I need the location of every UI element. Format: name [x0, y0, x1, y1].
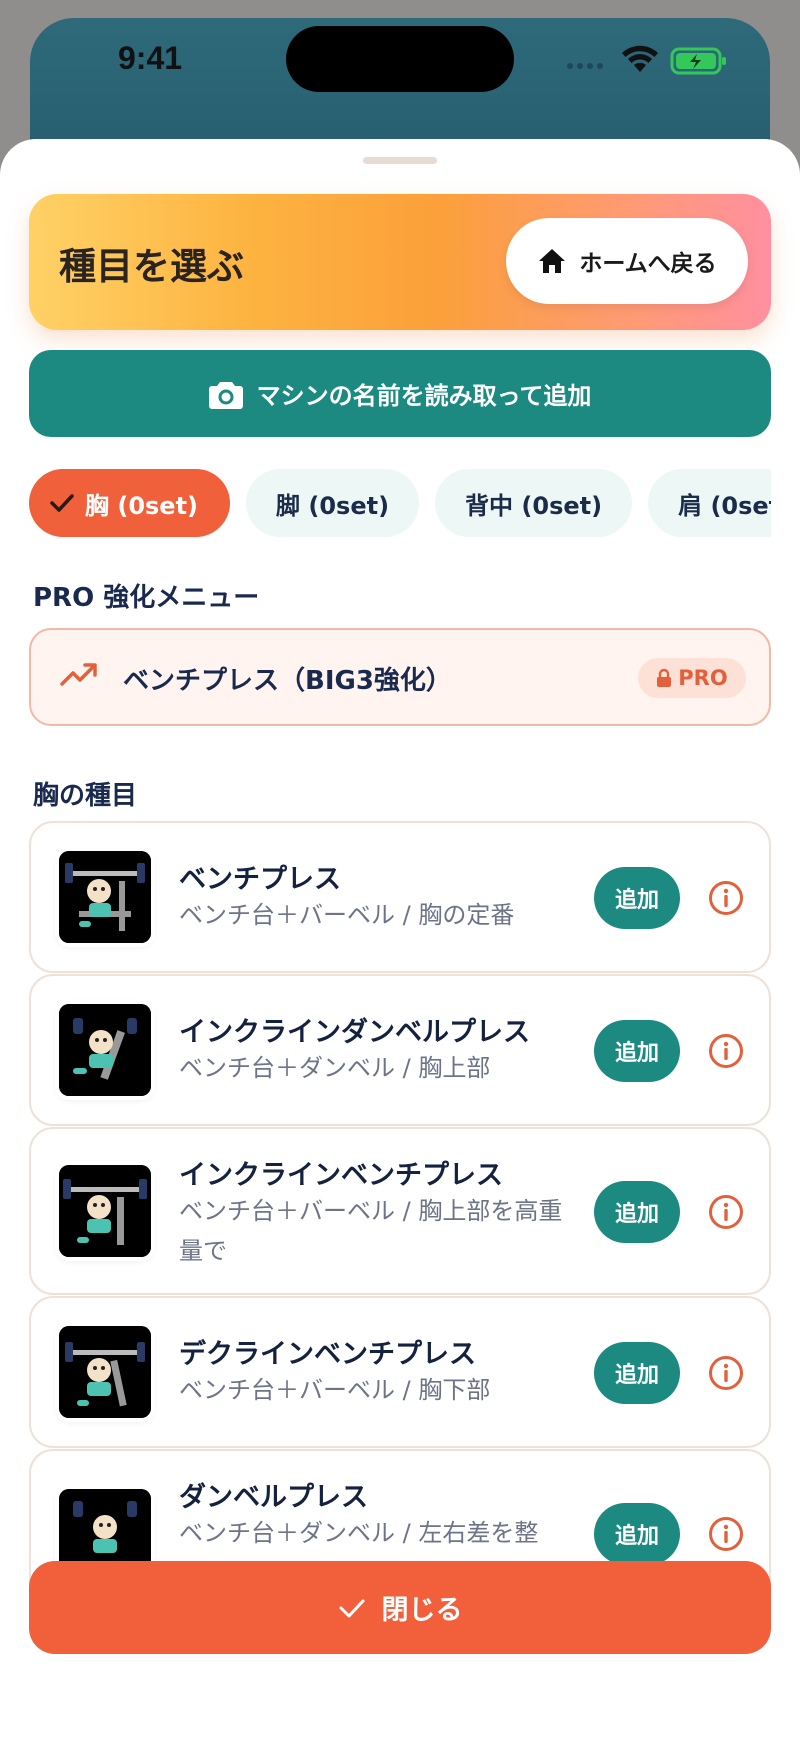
add-button[interactable]: 追加 — [594, 1503, 680, 1565]
info-icon[interactable] — [708, 1033, 744, 1069]
chip-label: 肩 (0set) — [678, 491, 771, 520]
scan-button-label: マシンの名前を読み取って追加 — [256, 382, 592, 410]
wifi-icon — [622, 45, 658, 72]
signal-icon — [567, 63, 603, 69]
home-button[interactable]: ホームへ戻る — [506, 218, 748, 304]
close-button-label: 閉じる — [381, 1595, 463, 1626]
add-button[interactable]: 追加 — [594, 1342, 680, 1404]
exercise-name: インクラインダンベルプレス — [179, 1017, 530, 1048]
add-button[interactable]: 追加 — [594, 1181, 680, 1243]
list-section-title: 胸の種目 — [33, 781, 138, 811]
chip-label: 胸 (0set) — [85, 491, 199, 520]
chip-back[interactable]: 背中 (0set) — [435, 469, 633, 537]
battery-icon — [670, 47, 726, 75]
exercise-name: デクラインベンチプレス — [179, 1339, 476, 1370]
page-title: 種目を選ぶ — [59, 245, 244, 288]
lock-icon — [657, 668, 672, 687]
sheet-grabber[interactable] — [363, 157, 437, 164]
dynamic-island — [286, 26, 514, 92]
exercise-list[interactable]: ベンチプレス ベンチ台＋バーベル / 胸の定番 追加 インクラインダンベルプレス… — [29, 821, 771, 1651]
list-item: インクラインベンチプレス ベンチ台＋バーベル / 胸上部を高重量で 追加 — [29, 1127, 771, 1295]
checkmark-icon — [339, 1599, 364, 1617]
exercise-thumbnail — [59, 1165, 151, 1257]
exercise-name: ダンベルプレス — [179, 1482, 368, 1513]
info-icon[interactable] — [708, 1516, 744, 1552]
trending-up-icon — [60, 663, 97, 686]
exercise-picker-sheet: 種目を選ぶ ホームへ戻る マシンの名前を読み取って追加 胸 (0set) 脚 (… — [0, 139, 800, 1738]
info-icon[interactable] — [708, 1355, 744, 1391]
exercise-description: ベンチ台＋ダンベル / 胸上部 — [179, 1054, 491, 1082]
scan-machine-button[interactable]: マシンの名前を読み取って追加 — [29, 350, 771, 437]
status-time: 9:41 — [118, 40, 183, 76]
exercise-description: ベンチ台＋ダンベル / 左右差を整 — [179, 1519, 539, 1547]
header-banner: 種目を選ぶ ホームへ戻る — [29, 194, 771, 330]
pro-item-name: ベンチプレス（BIG3強化） — [123, 666, 452, 696]
exercise-description: ベンチ台＋バーベル / 胸の定番 — [179, 901, 515, 929]
add-button[interactable]: 追加 — [594, 1020, 680, 1082]
pro-badge: PRO — [638, 658, 746, 698]
chip-label: 背中 (0set) — [465, 491, 603, 520]
pro-menu-item[interactable]: ベンチプレス（BIG3強化） PRO — [29, 628, 771, 726]
list-item: ベンチプレス ベンチ台＋バーベル / 胸の定番 追加 — [29, 821, 771, 973]
exercise-name: インクラインベンチプレス — [179, 1160, 503, 1191]
info-icon[interactable] — [708, 1194, 744, 1230]
chip-chest[interactable]: 胸 (0set) — [29, 469, 231, 537]
chip-legs[interactable]: 脚 (0set) — [246, 469, 420, 537]
exercise-description: ベンチ台＋バーベル / 胸下部 — [179, 1376, 491, 1404]
list-item: デクラインベンチプレス ベンチ台＋バーベル / 胸下部 追加 — [29, 1296, 771, 1448]
close-button[interactable]: 閉じる — [29, 1561, 771, 1654]
add-button[interactable]: 追加 — [594, 867, 680, 929]
exercise-thumbnail — [59, 1326, 151, 1418]
chip-shoulders[interactable]: 肩 (0set) — [648, 469, 771, 537]
camera-icon — [208, 381, 243, 409]
checkmark-icon — [50, 494, 74, 512]
exercise-description: ベンチ台＋バーベル / 胸上部を高重量で — [179, 1197, 563, 1265]
exercise-name: ベンチプレス — [179, 864, 341, 895]
exercise-thumbnail — [59, 851, 151, 943]
home-button-label: ホームへ戻る — [579, 251, 717, 277]
info-icon[interactable] — [708, 880, 744, 916]
status-bar: 9:41 — [30, 18, 770, 118]
chip-label: 脚 (0set) — [276, 491, 390, 520]
list-item: インクラインダンベルプレス ベンチ台＋ダンベル / 胸上部 追加 — [29, 974, 771, 1126]
category-chips: 胸 (0set) 脚 (0set) 背中 (0set) 肩 (0set) — [29, 469, 771, 537]
pro-section-title: PRO 強化メニュー — [33, 583, 260, 613]
pro-badge-label: PRO — [678, 666, 728, 690]
exercise-thumbnail — [59, 1004, 151, 1096]
home-icon — [539, 249, 566, 273]
